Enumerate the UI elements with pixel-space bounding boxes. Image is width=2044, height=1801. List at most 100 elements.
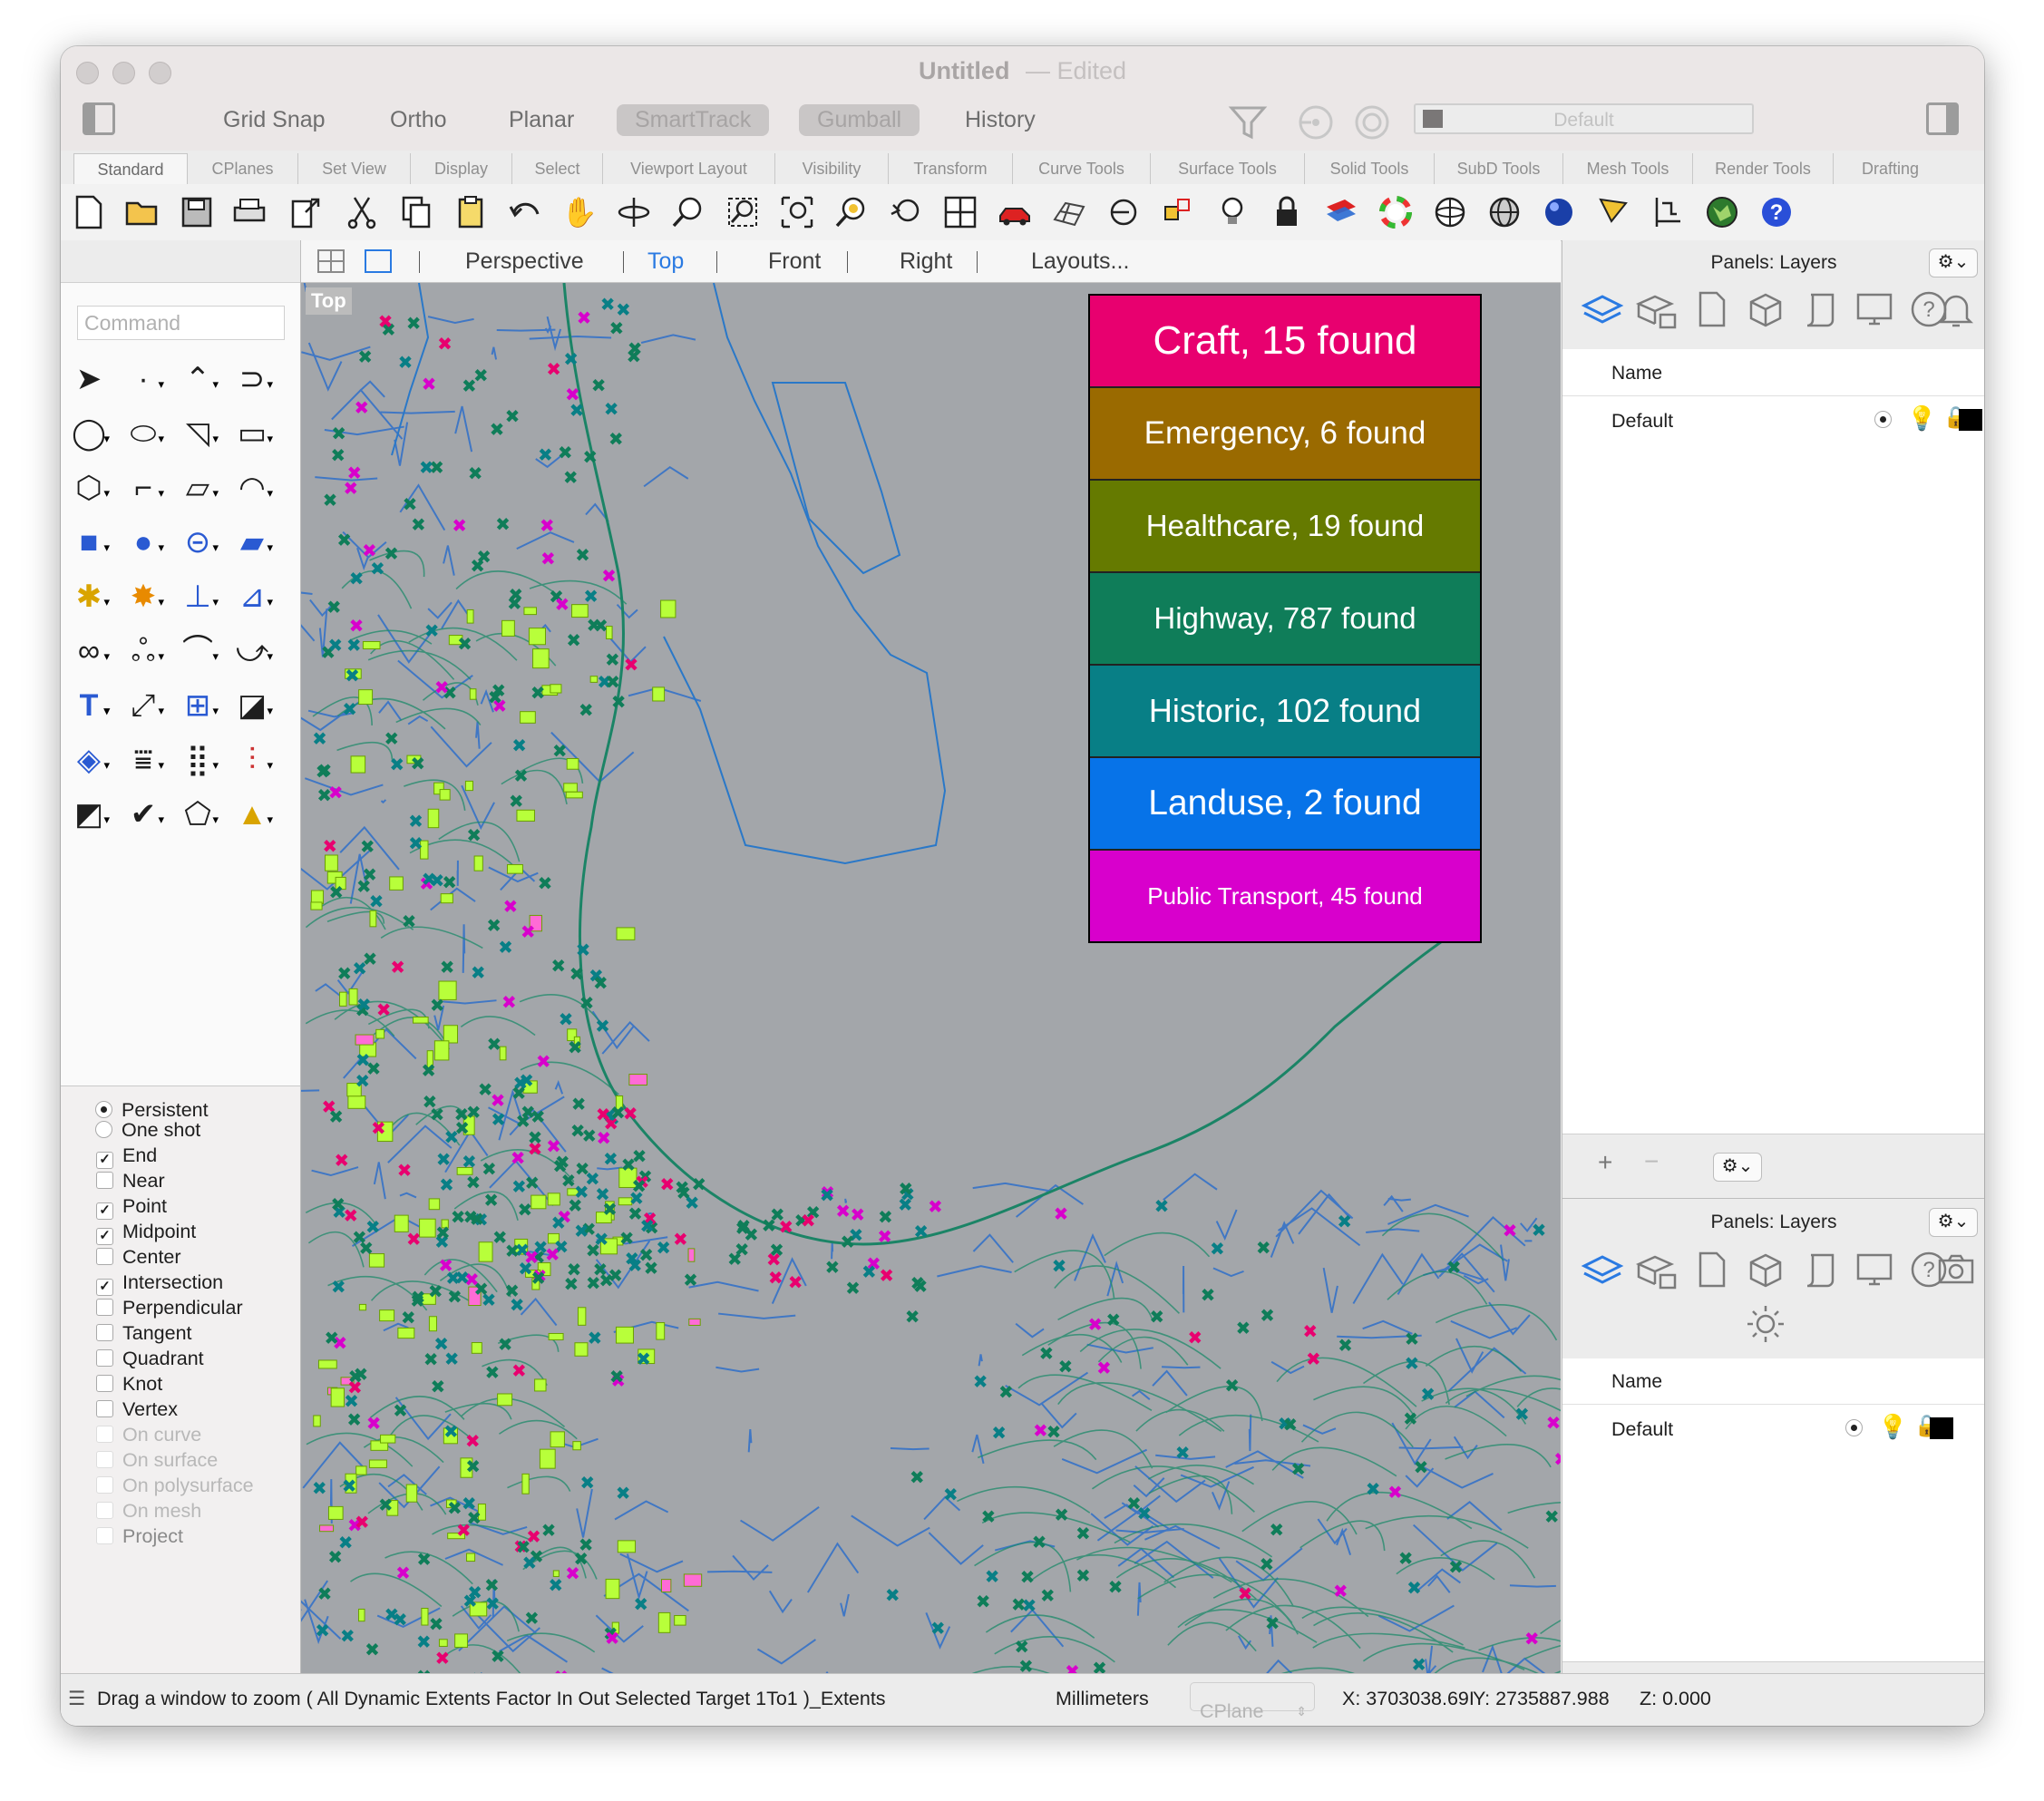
- view-tab-layouts[interactable]: Layouts...: [1031, 248, 1129, 275]
- current-layer-icon[interactable]: [1845, 1419, 1863, 1436]
- offset-tool-icon[interactable]: ⌒ ▾: [175, 628, 220, 674]
- boolean-tool-icon[interactable]: ∞ ▾: [66, 628, 112, 674]
- cut-icon[interactable]: [344, 194, 380, 230]
- command-history-icon[interactable]: ☰: [68, 1688, 85, 1710]
- left-sidebar-toggle-icon[interactable]: [83, 102, 115, 135]
- properties-tool-icon[interactable]: ◩ ▾: [66, 792, 112, 837]
- copy-icon[interactable]: [398, 194, 434, 230]
- tab-surface-tools[interactable]: Surface Tools: [1151, 153, 1305, 184]
- zoom-extents-icon[interactable]: [779, 194, 815, 230]
- osnap-on-mesh-checkbox[interactable]: On mesh: [96, 1500, 201, 1523]
- zoom-window-icon[interactable]: [725, 194, 761, 230]
- gumball-toggle[interactable]: Gumball: [799, 104, 920, 136]
- polygon-tool-icon[interactable]: ⬡ ▾: [66, 465, 112, 511]
- four-view-icon[interactable]: [317, 249, 345, 277]
- planar-toggle[interactable]: Planar: [491, 104, 592, 136]
- export-icon[interactable]: [287, 194, 324, 230]
- scroll-tab-icon[interactable]: [1798, 287, 1842, 331]
- right-sidebar-toggle-icon[interactable]: [1926, 102, 1959, 135]
- polyline-tool-icon[interactable]: ⌃ ▾: [175, 356, 220, 402]
- properties-tab-icon[interactable]: [1635, 287, 1679, 331]
- analyze-tool-icon[interactable]: ◪ ▾: [229, 683, 275, 728]
- mesh-tool-icon[interactable]: ▰ ▾: [229, 520, 275, 565]
- puzzle-tool-icon[interactable]: ✱ ▾: [66, 574, 112, 619]
- document-tab-icon[interactable]: [1689, 1248, 1733, 1291]
- new-file-icon[interactable]: [70, 194, 106, 230]
- layers-tab-icon[interactable]: [1581, 1248, 1624, 1291]
- viewport-layout-icon[interactable]: [942, 194, 978, 230]
- osnap-end-checkbox[interactable]: ✓ End: [96, 1144, 157, 1169]
- text-tool-icon[interactable]: T ▾: [66, 683, 112, 728]
- grid-snap-toggle[interactable]: Grid Snap: [205, 104, 344, 136]
- split-tool-icon[interactable]: ⊿ ▾: [229, 574, 275, 619]
- record-history-icon[interactable]: [1296, 102, 1336, 151]
- layer-visible-bulb-icon[interactable]: 💡: [1878, 1413, 1907, 1441]
- material-tool-icon[interactable]: ▲ ▾: [229, 792, 275, 837]
- rectangle-tool-icon[interactable]: ▭ ▾: [229, 411, 275, 456]
- osnap-on-curve-checkbox[interactable]: On curve: [96, 1424, 201, 1446]
- layer-visible-bulb-icon[interactable]: 💡: [1907, 404, 1936, 433]
- notifications-bell-icon[interactable]: [1934, 287, 1978, 331]
- trim-tool-icon[interactable]: ⊥ ▾: [175, 574, 220, 619]
- osnap-on-polysurface-checkbox[interactable]: On polysurface: [96, 1475, 254, 1497]
- solid-edit-icon[interactable]: ◈ ▾: [66, 737, 112, 783]
- check-tool-icon[interactable]: ✔ ▾: [121, 792, 166, 837]
- add-layer-icon[interactable]: +: [1598, 1148, 1612, 1177]
- rotate-view-icon[interactable]: [616, 194, 652, 230]
- flag-icon[interactable]: [1595, 194, 1631, 230]
- current-layer-dropdown[interactable]: Default: [1414, 103, 1754, 134]
- light-bulb-icon[interactable]: [1214, 194, 1251, 230]
- undo-view-icon[interactable]: [888, 194, 924, 230]
- osnap-vertex-checkbox[interactable]: Vertex: [96, 1398, 178, 1421]
- layer-options-gear-icon[interactable]: ⚙⌄: [1713, 1153, 1762, 1182]
- grid-sphere-icon[interactable]: [1486, 194, 1523, 230]
- zoom-icon[interactable]: [670, 194, 706, 230]
- tab-standard[interactable]: Standard: [73, 153, 188, 184]
- tab-viewport-layout[interactable]: Viewport Layout: [603, 153, 775, 184]
- contour-tool-icon[interactable]: ⩸ ▾: [121, 737, 166, 783]
- ellipse-tool-icon[interactable]: ⬭ ▾: [121, 411, 166, 456]
- scroll-tab-icon[interactable]: [1798, 1248, 1842, 1291]
- undo-icon[interactable]: [507, 194, 543, 230]
- fillet-tool-icon[interactable]: ⌐ ▾: [121, 465, 166, 511]
- osnap-knot-checkbox[interactable]: Knot: [96, 1373, 162, 1396]
- circle-tool-icon[interactable]: ◯ ▾: [66, 411, 112, 456]
- point-tool-icon[interactable]: · ▾: [121, 356, 166, 402]
- tab-render-tools[interactable]: Render Tools: [1693, 153, 1834, 184]
- arc-tool-icon[interactable]: ◹ ▾: [175, 411, 220, 456]
- group-tool-icon[interactable]: ஃ ▾: [121, 628, 166, 674]
- object-tab-icon[interactable]: [1744, 287, 1787, 331]
- tab-display[interactable]: Display: [411, 153, 512, 184]
- cplane-dropdown[interactable]: CPlane ⇕: [1190, 1682, 1315, 1722]
- paste-icon[interactable]: [453, 194, 489, 230]
- ortho-toggle[interactable]: Ortho: [372, 104, 465, 136]
- wireframe-sphere-icon[interactable]: [1432, 194, 1468, 230]
- view-tab-top[interactable]: Top: [647, 248, 684, 275]
- filter-icon[interactable]: [1228, 102, 1268, 151]
- print-icon[interactable]: [231, 194, 268, 230]
- tab-cplanes[interactable]: CPlanes: [188, 153, 298, 184]
- osnap-project-checkbox[interactable]: Project: [96, 1525, 183, 1548]
- tab-visibility[interactable]: Visibility: [775, 153, 889, 184]
- osnap-intersection-checkbox[interactable]: ✓ Intersection: [96, 1271, 223, 1296]
- dimension-icon[interactable]: [1650, 194, 1686, 230]
- tab-mesh-tools[interactable]: Mesh Tools: [1563, 153, 1693, 184]
- shaded-sphere-icon[interactable]: [1541, 194, 1577, 230]
- layers-tab-icon[interactable]: [1581, 287, 1624, 331]
- osnap-near-checkbox[interactable]: Near: [96, 1170, 165, 1193]
- panel-gear-icon[interactable]: ⚙⌄: [1929, 248, 1978, 277]
- osnap-quadrant-checkbox[interactable]: Quadrant: [96, 1348, 204, 1370]
- point-on-curve-icon[interactable]: [1105, 194, 1142, 230]
- osnap-center-checkbox[interactable]: Center: [96, 1246, 181, 1269]
- top-viewport[interactable]: ✖ ✖ ✖ ✖ ✖ ✖ ✖ ✖ ✖ ✖ ✖ ✖ ✖ ✖ ✖ ✖ ✖ ✖ ✖ ✖ ✖ ✖ ✖ ✖ ✖ ✖ ✖ ✖ ✖ ✖ ✖ ✖ ✖ ✖ ✖ ✖ ✖ ✖ ✖ ✖…: [301, 283, 1561, 1725]
- scale-tool-icon[interactable]: ⤢ ▾: [121, 683, 166, 728]
- target-icon[interactable]: [1352, 102, 1392, 151]
- camera-tab-icon[interactable]: [1934, 1248, 1978, 1291]
- display-tab-icon[interactable]: [1853, 287, 1896, 331]
- pan-hand-icon[interactable]: ✋: [561, 194, 598, 230]
- tab-curve-tools[interactable]: Curve Tools: [1013, 153, 1151, 184]
- document-tab-icon[interactable]: [1689, 287, 1733, 331]
- sphere-solid-icon[interactable]: ● ▾: [121, 520, 166, 565]
- car-icon[interactable]: [997, 194, 1033, 230]
- tab-subd-tools[interactable]: SubD Tools: [1435, 153, 1563, 184]
